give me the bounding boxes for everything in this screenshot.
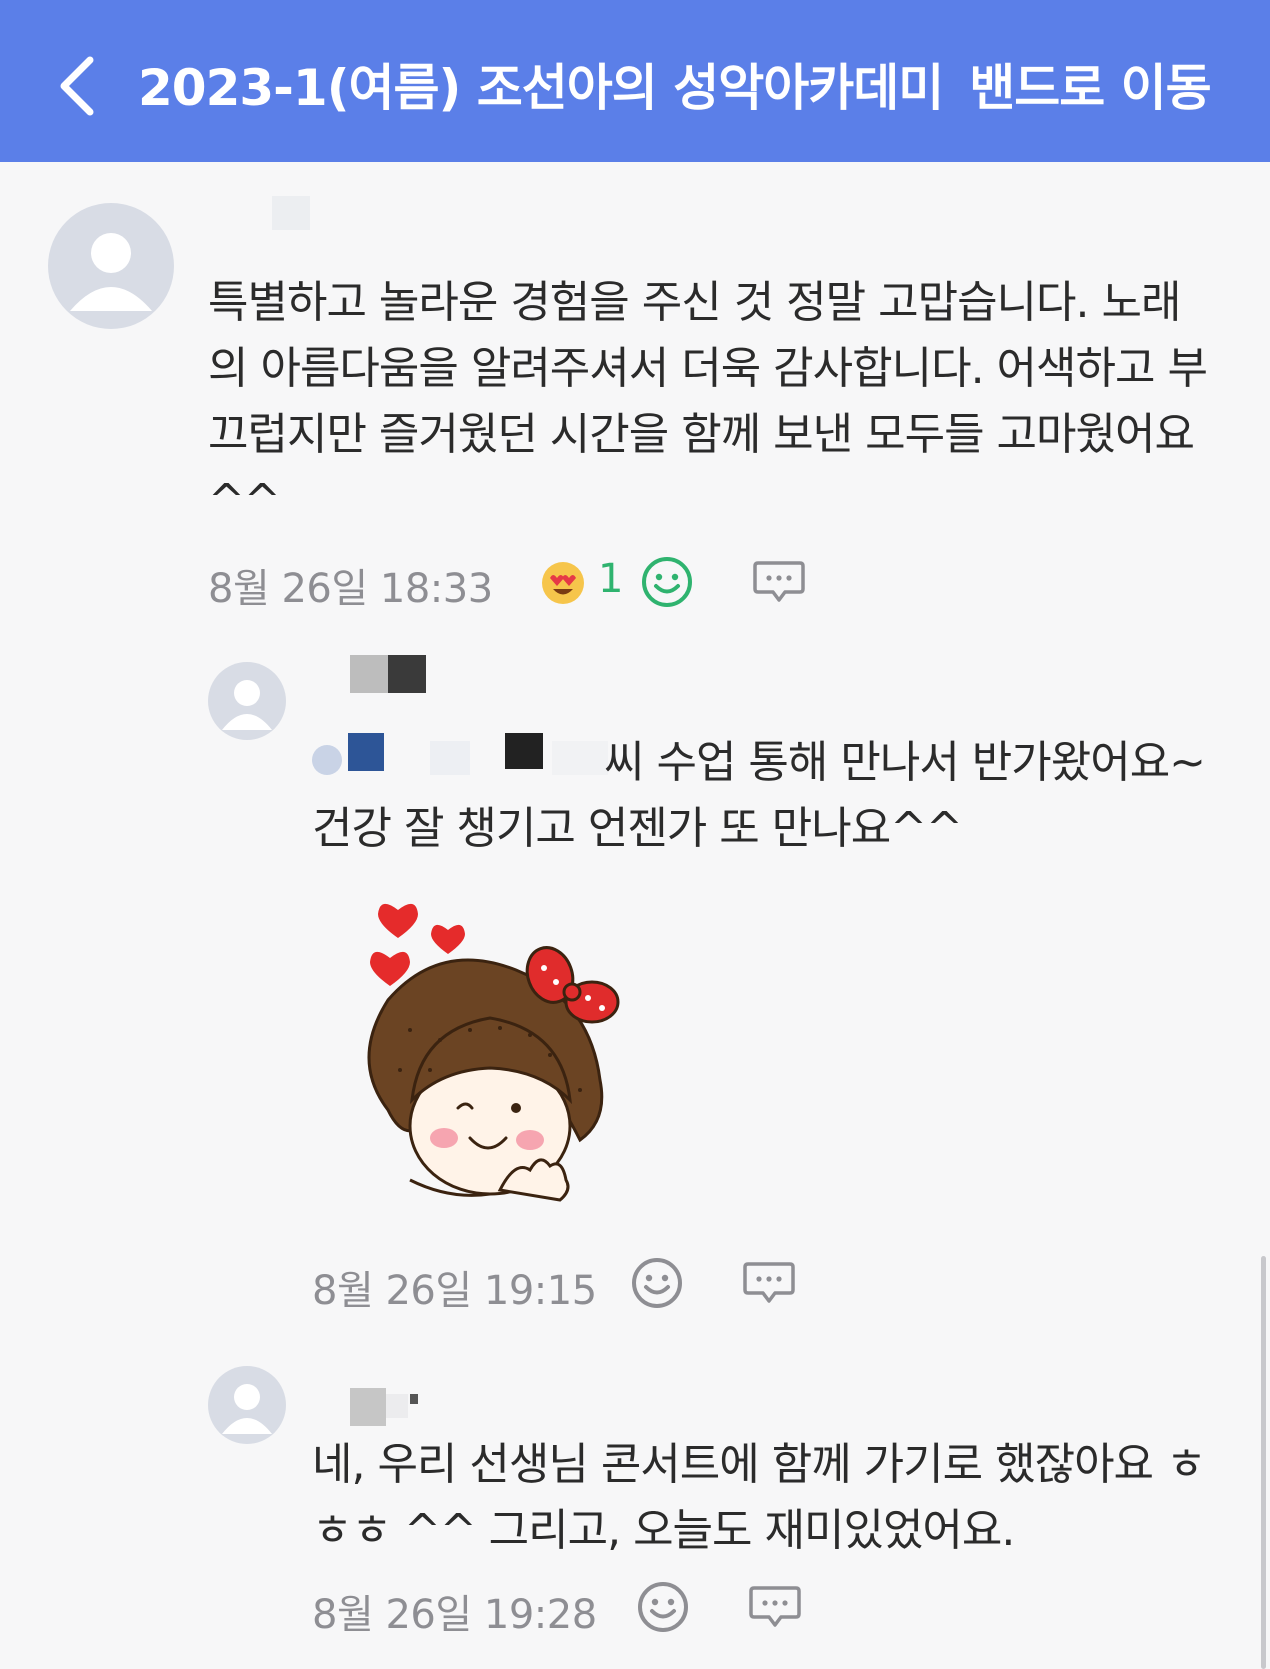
smile-reaction-icon[interactable] bbox=[640, 555, 694, 609]
comment-text: 씨 수업 통해 만나서 반가왔어요~건강 잘 챙기고 언젠가 또 만나요^^ bbox=[312, 730, 1212, 862]
author-name-redacted bbox=[272, 196, 310, 230]
comment-text: 특별하고 놀라운 경험을 주신 것 정말 고맙습니다. 노래의 아름다움을 알려… bbox=[208, 277, 1208, 526]
reply-comment-icon[interactable] bbox=[748, 1580, 802, 1634]
avatar[interactable] bbox=[208, 662, 286, 740]
author-name-redacted bbox=[350, 1388, 430, 1426]
chevron-left-icon[interactable] bbox=[52, 50, 108, 122]
comment-text-body: 씨 수업 통해 만나서 반가왔어요~건강 잘 챙기고 언젠가 또 만나요^^ bbox=[312, 737, 1206, 854]
go-to-band-link[interactable]: 밴드로 이동 bbox=[969, 59, 1211, 117]
default-user-icon bbox=[222, 1384, 272, 1434]
app-header: 2023-1(여름) 조선아의 성악아카데미 밴드로 이동 bbox=[0, 0, 1270, 162]
header-title: 2023-1(여름) 조선아의 성악아카데미 밴드로 이동 bbox=[138, 48, 1212, 120]
comment-timestamp: 8월 26일 19:15 bbox=[312, 1268, 597, 1314]
default-user-icon bbox=[222, 680, 272, 730]
smile-reaction-icon[interactable] bbox=[636, 1580, 690, 1634]
girl-with-hearts-sticker bbox=[367, 903, 620, 1202]
reply-comment-icon[interactable] bbox=[752, 555, 806, 609]
reply-comment-icon[interactable] bbox=[742, 1256, 796, 1310]
comment-text: 네, 우리 선생님 콘서트에 함께 가기로 했잖아요 ㅎㅎㅎ ^^ 그리고, 오… bbox=[312, 1439, 1207, 1556]
avatar[interactable] bbox=[208, 1366, 286, 1444]
heart-eyes-emoji-icon bbox=[542, 562, 584, 604]
comment-timestamp: 8월 26일 18:33 bbox=[208, 566, 493, 612]
comment-timestamp: 8월 26일 19:28 bbox=[312, 1592, 597, 1638]
reaction-count: 1 bbox=[598, 556, 624, 602]
default-user-icon bbox=[70, 233, 152, 311]
avatar[interactable] bbox=[48, 203, 174, 329]
band-title: 2023-1(여름) 조선아의 성악아카데미 bbox=[138, 59, 944, 117]
smile-reaction-icon[interactable] bbox=[630, 1256, 684, 1310]
scrollbar[interactable] bbox=[1261, 1256, 1266, 1669]
author-name-redacted bbox=[350, 655, 426, 693]
